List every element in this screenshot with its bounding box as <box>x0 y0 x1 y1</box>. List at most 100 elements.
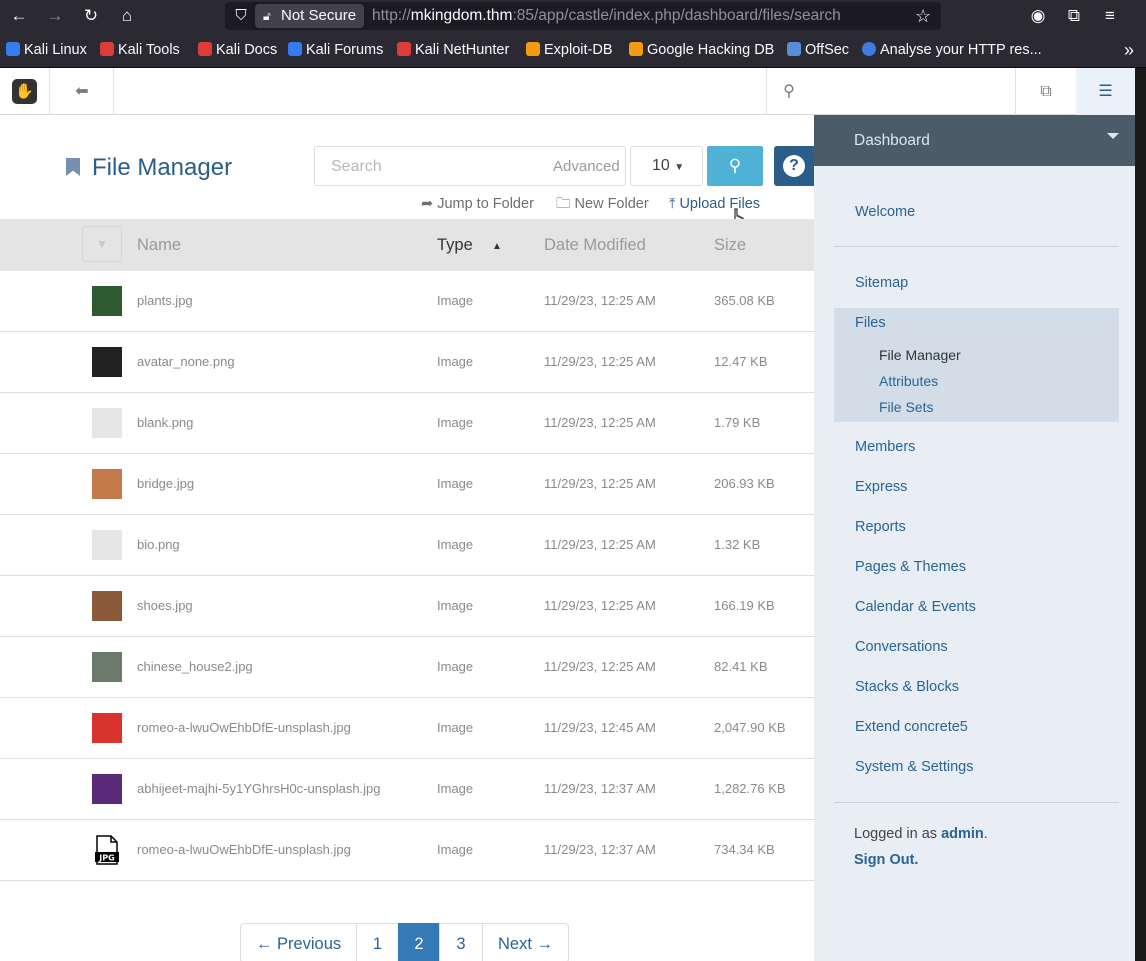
file-type: Image <box>437 537 474 552</box>
bookmark-star-icon[interactable]: ☆ <box>915 4 931 28</box>
table-row[interactable]: bridge.jpg Image 11/29/23, 12:25 AM 206.93 … <box>0 454 814 515</box>
sidebar-header[interactable]: Dashboard <box>814 115 1135 166</box>
bookmark-kali-nethunter[interactable]: Kali NetHunter <box>397 32 509 68</box>
previous-page-link[interactable]: ← Previous <box>240 923 357 961</box>
per-page-select[interactable]: 10 ▼ <box>630 146 703 186</box>
url-text[interactable]: http://mkingdom.thm:85/app/castle/index.… <box>372 4 841 28</box>
sidebar-item-conversations[interactable]: Conversations <box>855 637 948 657</box>
sidebar-item-members[interactable]: Members <box>855 437 915 457</box>
col-name[interactable]: Name <box>137 235 181 255</box>
page-link-2[interactable]: 2 <box>398 923 440 961</box>
http-analyse-icon <box>862 42 876 56</box>
table-row[interactable]: avatar_none.png Image 11/29/23, 12:25 AM 12… <box>0 332 814 393</box>
forward-icon[interactable]: → <box>43 4 67 28</box>
col-date-modified[interactable]: Date Modified <box>544 235 646 255</box>
account-icon[interactable]: ◉ <box>1026 4 1050 28</box>
sidebar-item-extend[interactable]: Extend concrete5 <box>855 717 968 737</box>
upload-label: Upload Files <box>679 196 761 212</box>
sidebar-item-sitemap[interactable]: Sitemap <box>855 273 908 293</box>
file-type: Image <box>437 476 474 491</box>
sidebar-item-express[interactable]: Express <box>855 477 907 497</box>
file-date-modified: 11/29/23, 12:25 AM <box>544 293 656 308</box>
toolbar-search[interactable]: ⚲ <box>766 68 1016 115</box>
sidebar-item-pages-themes[interactable]: Pages & Themes <box>855 557 966 577</box>
table-row[interactable]: plants.jpg Image 11/29/23, 12:25 AM 365.08 … <box>0 271 814 332</box>
new-folder-link[interactable]: 🗀︎ New Folder <box>556 194 649 214</box>
file-name: abhijeet-majhi-5y1YGhrsH0c-unsplash.jpg <box>137 781 381 796</box>
help-button[interactable]: ? <box>774 146 814 186</box>
shield-icon[interactable]: ⛉ <box>232 5 250 27</box>
bookmark-exploit-db[interactable]: Exploit-DB <box>526 32 613 68</box>
file-size: 82.41 KB <box>714 659 768 674</box>
bookmark-label: Kali NetHunter <box>415 42 510 58</box>
not-secure-badge[interactable]: Not Secure <box>255 4 364 28</box>
file-date-modified: 11/29/23, 12:37 AM <box>544 842 656 857</box>
bookmark-icon[interactable] <box>66 158 80 176</box>
table-row[interactable]: romeo-a-lwuOwEhbDfE-unsplash.jpg Image 11/… <box>0 698 814 759</box>
file-name: romeo-a-lwuOwEhbDfE-unsplash.jpg <box>137 842 351 857</box>
col-size[interactable]: Size <box>714 235 746 255</box>
table-row[interactable]: chinese_house2.jpg Image 11/29/23, 12:25 A… <box>0 637 814 698</box>
sidebar-item-reports[interactable]: Reports <box>855 517 906 537</box>
upload-icon: ⤒ <box>669 196 676 212</box>
offsec-icon <box>787 42 801 56</box>
file-size: 1,282.76 KB <box>714 781 786 796</box>
sign-out-link[interactable]: Sign Out. <box>854 850 918 870</box>
jump-to-folder-link[interactable]: ➦ Jump to Folder <box>421 194 534 214</box>
user-link[interactable]: admin <box>941 826 984 842</box>
folder-icon: 🗀︎ <box>556 196 571 212</box>
upload-files-link[interactable]: ⤒ Upload Files <box>669 194 760 214</box>
table-row[interactable]: abhijeet-majhi-5y1YGhrsH0c-unsplash.jpg I… <box>0 759 814 820</box>
arrow-left-icon[interactable]: ⬅ <box>50 68 114 115</box>
page-link-3[interactable]: 3 <box>439 923 483 961</box>
bookmark-offsec[interactable]: OffSec <box>787 32 849 68</box>
search-button[interactable]: ⚲ <box>707 146 763 186</box>
menu-icon[interactable]: ≡ <box>1098 4 1122 28</box>
extensions-icon[interactable]: ⧉ <box>1062 4 1086 28</box>
sidebar-item-stacks-blocks[interactable]: Stacks & Blocks <box>855 677 959 697</box>
sidebar-subitem-file-sets[interactable]: File Sets <box>879 397 933 417</box>
back-icon[interactable]: ← <box>7 4 31 28</box>
file-date-modified: 11/29/23, 12:37 AM <box>544 781 656 796</box>
file-type: Image <box>437 354 474 369</box>
sidebar-item-welcome[interactable]: Welcome <box>855 202 915 222</box>
kali-docs-icon <box>198 42 212 56</box>
bookmark-label: Kali Forums <box>306 42 384 58</box>
bookmark-kali-tools[interactable]: Kali Tools <box>100 32 180 68</box>
file-size: 206.93 KB <box>714 476 775 491</box>
bookmark-kali-docs[interactable]: Kali Docs <box>198 32 277 68</box>
bookmark-ghdb[interactable]: Google Hacking DB <box>629 32 774 68</box>
file-size: 734.34 KB <box>714 842 775 857</box>
intelligent-search-icon[interactable]: ⧉ <box>1034 68 1058 115</box>
file-name: plants.jpg <box>137 293 193 308</box>
sidebar-subitem-file-manager[interactable]: File Manager <box>879 345 961 365</box>
sort-asc-icon: ▲ <box>492 241 502 252</box>
advanced-search-link[interactable]: Advanced <box>553 157 620 177</box>
sidebar-subitem-attributes[interactable]: Attributes <box>879 371 938 391</box>
sidebar-header-label: Dashboard <box>854 132 930 149</box>
table-row[interactable]: bio.png Image 11/29/23, 12:25 AM 1.32 KB <box>0 515 814 576</box>
bookmark-http-analyse[interactable]: Analyse your HTTP res... <box>862 32 1042 68</box>
file-date-modified: 11/29/23, 12:45 AM <box>544 720 656 735</box>
sidebar-divider <box>834 246 1119 247</box>
table-row[interactable]: blank.png Image 11/29/23, 12:25 AM 1.79 KB <box>0 393 814 454</box>
nethunter-icon <box>397 42 411 56</box>
page-link-1[interactable]: 1 <box>356 923 399 961</box>
home-icon[interactable]: ⌂ <box>115 4 139 28</box>
select-all-dropdown[interactable]: ▼ <box>82 226 122 262</box>
sidebar-item-files[interactable]: Files <box>855 313 886 333</box>
sidebar-item-calendar-events[interactable]: Calendar & Events <box>855 597 976 617</box>
next-page-link[interactable]: Next → <box>482 923 569 961</box>
table-row[interactable]: shoes.jpg Image 11/29/23, 12:25 AM 166.19 K… <box>0 576 814 637</box>
concrete5-logo-icon[interactable]: ✋ <box>12 79 37 104</box>
dashboard-panel-toggle[interactable]: ☰ <box>1076 68 1135 115</box>
bookmarks-overflow-icon[interactable]: » <box>1124 32 1134 68</box>
col-type[interactable]: Type <box>437 235 473 255</box>
bookmark-kali-linux[interactable]: Kali Linux <box>6 32 87 68</box>
bookmark-kali-forums[interactable]: Kali Forums <box>288 32 383 68</box>
reload-icon[interactable]: ↻ <box>79 4 103 28</box>
search-placeholder: Search <box>331 158 382 175</box>
sidebar-item-system-settings[interactable]: System & Settings <box>855 757 973 777</box>
table-row[interactable]: JPG romeo-a-lwuOwEhbDfE-unsplash.jpg Image… <box>0 820 814 881</box>
file-name: romeo-a-lwuOwEhbDfE-unsplash.jpg <box>137 720 351 735</box>
